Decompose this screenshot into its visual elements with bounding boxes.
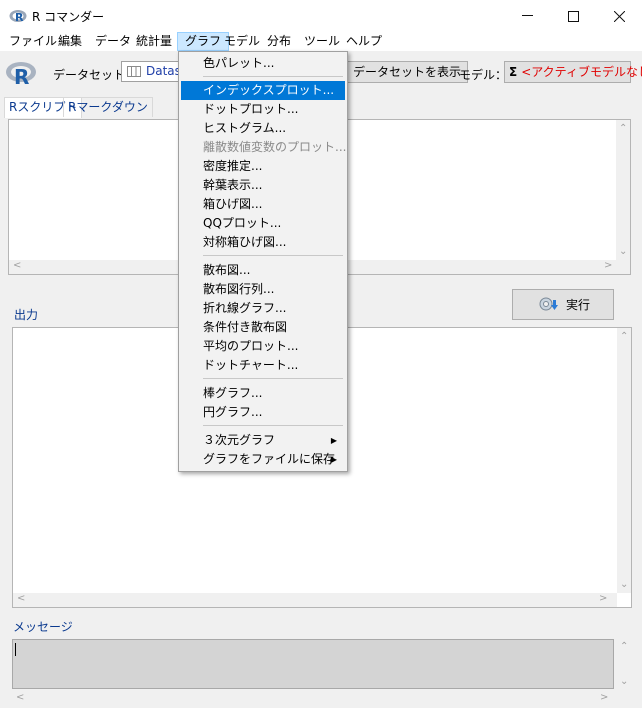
submenu-arrow-icon: ▶ xyxy=(330,436,337,445)
graph-menu-dropdown: 色パレット... インデックスプロット... ドットプロット... ヒストグラム… xyxy=(178,51,348,472)
scroll-down-icon[interactable]: ⌄ xyxy=(620,676,628,687)
menu-item-bar-graph[interactable]: 棒グラフ... xyxy=(181,384,345,403)
menu-item-conditioning-scatterplot[interactable]: 条件付き散布図 xyxy=(181,318,345,337)
table-icon xyxy=(127,66,141,77)
messages-hscroll[interactable]: < > xyxy=(12,692,614,706)
dataset-value: Datase xyxy=(146,64,178,78)
menu-separator xyxy=(203,378,343,379)
scroll-left-icon[interactable]: < xyxy=(17,593,25,604)
menu-item-boxplot[interactable]: 箱ひげ図... xyxy=(181,195,345,214)
menu-separator xyxy=(203,425,343,426)
tab-r-markdown[interactable]: Rマークダウン xyxy=(63,97,153,117)
menu-item-dot-chart[interactable]: ドットチャート... xyxy=(181,356,345,375)
menu-item-color-palette[interactable]: 色パレット... xyxy=(181,54,345,73)
output-hscroll[interactable]: < > xyxy=(13,593,617,607)
dataset-selector[interactable]: Datase xyxy=(121,61,179,82)
model-value: <アクティブモデルなし> xyxy=(521,65,642,79)
model-selector[interactable]: Σ<アクティブモデルなし> xyxy=(504,61,642,83)
menu-item-qq-plot[interactable]: QQプロット... xyxy=(181,214,345,233)
svg-text:R: R xyxy=(14,65,29,88)
r-logo-icon: R xyxy=(6,62,36,88)
menu-item-index-plot[interactable]: インデックスプロット... xyxy=(181,81,345,100)
scroll-up-icon[interactable]: ⌃ xyxy=(620,641,628,652)
menu-item-scatterplot-matrix[interactable]: 散布図行列... xyxy=(181,280,345,299)
menu-help[interactable]: ヘルプ xyxy=(339,32,389,51)
run-label: 実行 xyxy=(565,298,590,312)
submenu-arrow-icon: ▶ xyxy=(330,455,337,464)
menu-distributions[interactable]: 分布 xyxy=(260,32,298,51)
menu-item-save-graph[interactable]: グラフをファイルに保存 ▶ xyxy=(181,450,345,469)
menu-item-3d-graph[interactable]: ３次元グラフ ▶ xyxy=(181,431,345,450)
menu-item-discrete-plot[interactable]: 離散数値変数のプロット... xyxy=(181,138,346,157)
menu-item-save-graph-label: グラフをファイルに保存 xyxy=(203,452,336,466)
scroll-right-icon[interactable]: > xyxy=(600,692,608,703)
sigma-icon: Σ xyxy=(509,65,518,79)
menu-item-stem-and-leaf[interactable]: 幹葉表示... xyxy=(181,176,345,195)
script-vscroll[interactable]: ⌃ ⌄ xyxy=(616,120,630,260)
close-button[interactable] xyxy=(596,0,642,32)
menu-item-scatterplot[interactable]: 散布図... xyxy=(181,261,345,280)
svg-text:R: R xyxy=(15,11,24,24)
r-app-icon: R xyxy=(9,10,27,24)
menu-separator xyxy=(203,76,343,77)
messages-vscroll[interactable]: ⌃ ⌄ xyxy=(617,639,631,689)
menu-item-pie-chart[interactable]: 円グラフ... xyxy=(181,403,345,422)
scroll-down-icon[interactable]: ⌄ xyxy=(619,246,627,257)
menu-item-dot-plot[interactable]: ドットプロット... xyxy=(181,100,345,119)
minimize-button[interactable] xyxy=(504,0,550,32)
text-caret xyxy=(15,643,16,656)
scroll-right-icon[interactable]: > xyxy=(604,260,612,271)
scroll-right-icon[interactable]: > xyxy=(599,593,607,604)
output-label: 出力 xyxy=(14,308,39,322)
scroll-down-icon[interactable]: ⌄ xyxy=(620,579,628,590)
close-icon xyxy=(613,10,625,22)
scroll-left-icon[interactable]: < xyxy=(13,260,21,271)
minimize-icon xyxy=(521,15,533,16)
messages-panel[interactable] xyxy=(12,639,614,689)
menu-item-line-graph[interactable]: 折れ線グラフ... xyxy=(181,299,345,318)
menu-item-density-estimate[interactable]: 密度推定... xyxy=(181,157,345,176)
menu-bar: ファイル 編集 データ 統計量 グラフ モデル 分布 ツール ヘルプ xyxy=(0,32,642,51)
model-label: モデル： xyxy=(459,68,508,82)
scroll-left-icon[interactable]: < xyxy=(16,692,24,703)
maximize-button[interactable] xyxy=(550,0,596,32)
show-dataset-button[interactable]: データセットを表示 xyxy=(346,61,469,83)
menu-item-histogram[interactable]: ヒストグラム... xyxy=(181,119,345,138)
menu-statistics[interactable]: 統計量 xyxy=(129,32,179,51)
messages-label: メッセージ xyxy=(13,620,73,634)
output-vscroll[interactable]: ⌃ ⌄ xyxy=(617,328,631,593)
title-bar: R R コマンダー xyxy=(0,0,642,32)
run-button[interactable]: 実行 xyxy=(512,289,614,320)
gear-run-icon xyxy=(539,297,558,310)
menu-item-plot-of-means[interactable]: 平均のプロット... xyxy=(181,337,345,356)
menu-item-3d-graph-label: ３次元グラフ xyxy=(203,433,276,447)
window-title: R コマンダー xyxy=(32,10,105,24)
scroll-up-icon[interactable]: ⌃ xyxy=(619,123,627,134)
scroll-up-icon[interactable]: ⌃ xyxy=(620,331,628,342)
maximize-icon xyxy=(567,10,579,22)
menu-edit[interactable]: 編集 xyxy=(51,32,89,51)
menu-separator xyxy=(203,255,343,256)
menu-item-symmetry-boxplot[interactable]: 対称箱ひげ図... xyxy=(181,233,345,252)
